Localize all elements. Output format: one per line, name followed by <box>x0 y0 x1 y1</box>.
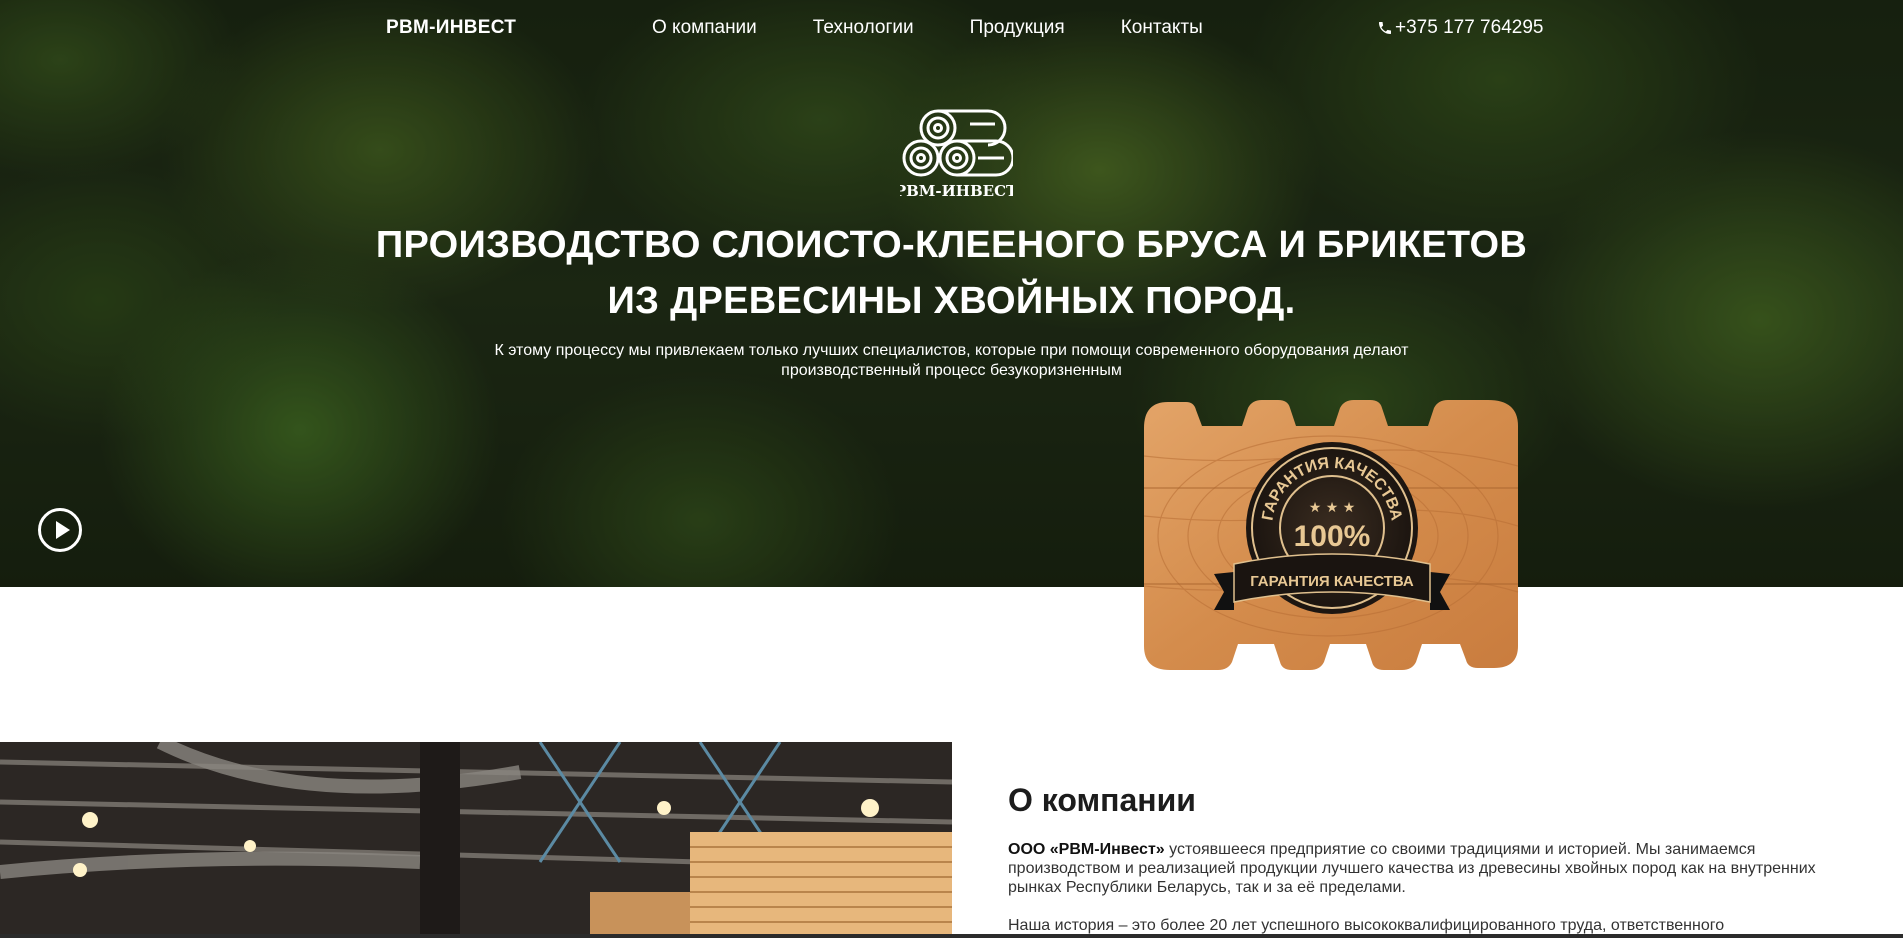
logs-logo-icon[interactable]: РВМ-ИНВЕСТ <box>900 104 1013 200</box>
factory-illustration <box>0 742 952 938</box>
phone-icon <box>1379 22 1391 34</box>
headline-line-2: ИЗ ДРЕВЕСИНЫ ХВОЙНЫХ ПОРОД. <box>607 280 1296 322</box>
phone-number: +375 177 764295 <box>1395 17 1544 38</box>
badge-ribbon-text: ГАРАНТИЯ КАЧЕСТВА <box>1250 573 1414 590</box>
subtitle-line-2: производственный процесс безукоризненным <box>781 362 1122 379</box>
badge-percent: 100% <box>1294 520 1371 553</box>
badge-stars: ★ ★ ★ <box>1309 500 1356 516</box>
nav-link-technologies[interactable]: Технологии <box>813 17 914 39</box>
nav-link-about[interactable]: О компании <box>652 17 757 39</box>
subtitle-line-1: К этому процессу мы привлекаем только лу… <box>494 342 1409 359</box>
company-name: ООО «РВМ-Инвест» <box>1008 841 1165 858</box>
page-title: ПРОИЗВОДСТВО СЛОИСТО-КЛЕЕНОГО БРУСА И БР… <box>300 217 1603 329</box>
play-video-button[interactable] <box>38 508 82 552</box>
nav-link-contacts[interactable]: Контакты <box>1121 17 1203 39</box>
headline-line-1: ПРОИЗВОДСТВО СЛОИСТО-КЛЕЕНОГО БРУСА И БР… <box>375 224 1528 266</box>
main-nav: О компании Технологии Продукция Контакты <box>652 17 1259 39</box>
bottom-divider <box>0 934 1903 938</box>
hero-section: РВМ-ИНВЕСТ О компании Технологии Продукц… <box>0 0 1903 587</box>
nav-brand[interactable]: РВМ-ИНВЕСТ <box>386 17 516 39</box>
about-title: О компании <box>1008 782 1196 818</box>
hero-subtitle: К этому процессу мы привлекаем только лу… <box>400 341 1503 381</box>
about-paragraph-1: ООО «РВМ-Инвест» устоявшееся предприятие… <box>1008 840 1868 897</box>
glulam-beam-image: ГАРАНТИЯ КАЧЕСТВА ★ ★ ★ 100% ГАРАНТИЯ КА… <box>1143 400 1519 670</box>
logo-text: РВМ-ИНВЕСТ <box>900 182 1013 200</box>
nav-phone[interactable]: +375 177 764295 <box>1377 17 1543 39</box>
factory-photo <box>0 742 952 938</box>
about-paragraph-2: Наша история – это более 20 лет успешног… <box>1008 917 1725 934</box>
nav-link-products[interactable]: Продукция <box>970 17 1065 39</box>
